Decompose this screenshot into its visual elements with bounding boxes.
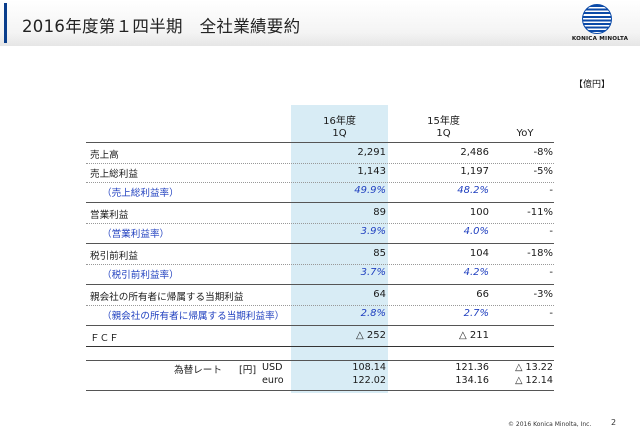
fx-usd-current: 108.14: [352, 362, 386, 373]
company-logo: KONICA MINOLTA: [568, 4, 632, 46]
cell-previous: 4.2%: [463, 267, 489, 278]
cell-current: 85: [373, 248, 386, 259]
table-row: 売上総利益 1,143 1,197 -5%: [86, 162, 554, 183]
fx-euro-previous: 134.16: [455, 375, 489, 386]
header-accent-bar: [4, 3, 7, 43]
cell-yoy: -: [549, 226, 553, 237]
table-row: （営業利益率） 3.9% 4.0% -: [86, 222, 554, 243]
row-label: 税引前利益: [90, 251, 138, 262]
cell-current: 64: [373, 289, 386, 300]
table-row: 税引前利益 85 104 -18%: [86, 244, 554, 265]
table-row: （親会社の所有者に帰属する当期利益率） 2.8% 2.7% -: [86, 304, 554, 325]
row-label: ＦＣＦ: [90, 333, 119, 344]
cell-yoy: -: [549, 267, 553, 278]
cell-yoy: -3%: [533, 289, 553, 300]
globe-logo-icon: [582, 4, 612, 34]
cell-current: 2,291: [357, 147, 386, 158]
cell-current: 3.9%: [360, 226, 386, 237]
cell-yoy: -18%: [527, 248, 553, 259]
slide-header: 2016年度第１四半期 全社業績要約 KONICA MINOLTA: [0, 0, 640, 46]
cell-yoy: -: [549, 185, 553, 196]
cell-previous: 66: [476, 289, 489, 300]
fx-usd-label: USD: [262, 362, 283, 373]
fx-top-rule: [86, 360, 554, 361]
col2-header-year: 15年度: [427, 116, 460, 127]
cell-previous: 2,486: [460, 147, 489, 158]
unit-label: 【億円】: [574, 80, 611, 90]
cell-current: 49.9%: [354, 185, 386, 196]
row-label: （売上総利益率）: [102, 188, 179, 199]
fx-bottom-rule: [86, 390, 554, 391]
col1-header-year: 16年度: [323, 116, 356, 127]
cell-current: 3.7%: [360, 267, 386, 278]
fx-usd-previous: 121.36: [455, 362, 489, 373]
fx-euro-current: 122.02: [352, 375, 386, 386]
fx-label: 為替レート: [174, 365, 222, 376]
cell-current: 2.8%: [360, 308, 386, 319]
copyright-text: © 2016 Konica Minolta, Inc.: [508, 421, 592, 428]
cell-current: 1,143: [357, 166, 386, 177]
cell-yoy: -8%: [533, 147, 553, 158]
cell-previous: 104: [469, 248, 489, 259]
row-label: （親会社の所有者に帰属する当期利益率）: [102, 311, 285, 322]
fx-unit: [円]: [239, 365, 257, 376]
cell-previous: 48.2%: [457, 185, 489, 196]
col2-header-quarter: 1Q: [436, 128, 451, 139]
cell-previous: 2.7%: [463, 308, 489, 319]
cell-yoy: -5%: [533, 166, 553, 177]
table-row: 売上高 2,291 2,486 -8%: [86, 143, 554, 164]
row-label: 売上総利益: [90, 169, 138, 180]
cell-current: △ 252: [356, 330, 386, 341]
cell-previous: △ 211: [459, 330, 489, 341]
section-rule: [86, 346, 554, 347]
table-row: ＦＣＦ △ 252 △ 211: [86, 326, 554, 347]
page-number: 2: [611, 418, 617, 427]
row-label: 営業利益: [90, 210, 129, 221]
cell-previous: 100: [469, 207, 489, 218]
logo-wordmark: KONICA MINOLTA: [571, 36, 629, 42]
table-row: 営業利益 89 100 -11%: [86, 203, 554, 224]
cell-current: 89: [373, 207, 386, 218]
slide-title: 2016年度第１四半期 全社業績要約: [22, 17, 301, 36]
fx-euro-yoy: △ 12.14: [515, 375, 553, 386]
row-label: 親会社の所有者に帰属する当期利益: [90, 292, 244, 303]
table-row: （税引前利益率） 3.7% 4.2% -: [86, 263, 554, 284]
cell-yoy: -: [549, 308, 553, 319]
cell-previous: 1,197: [460, 166, 489, 177]
col3-header-yoy: YoY: [516, 128, 534, 139]
table-row: （売上総利益率） 49.9% 48.2% -: [86, 181, 554, 202]
row-label: （営業利益率）: [102, 229, 170, 240]
cell-yoy: -11%: [527, 207, 553, 218]
row-label: （税引前利益率）: [102, 270, 179, 281]
fx-usd-yoy: △ 13.22: [515, 362, 553, 373]
cell-previous: 4.0%: [463, 226, 489, 237]
fx-euro-label: euro: [262, 375, 284, 386]
row-label: 売上高: [90, 150, 119, 161]
col1-header-quarter: 1Q: [332, 128, 347, 139]
table-row: 親会社の所有者に帰属する当期利益 64 66 -3%: [86, 285, 554, 306]
